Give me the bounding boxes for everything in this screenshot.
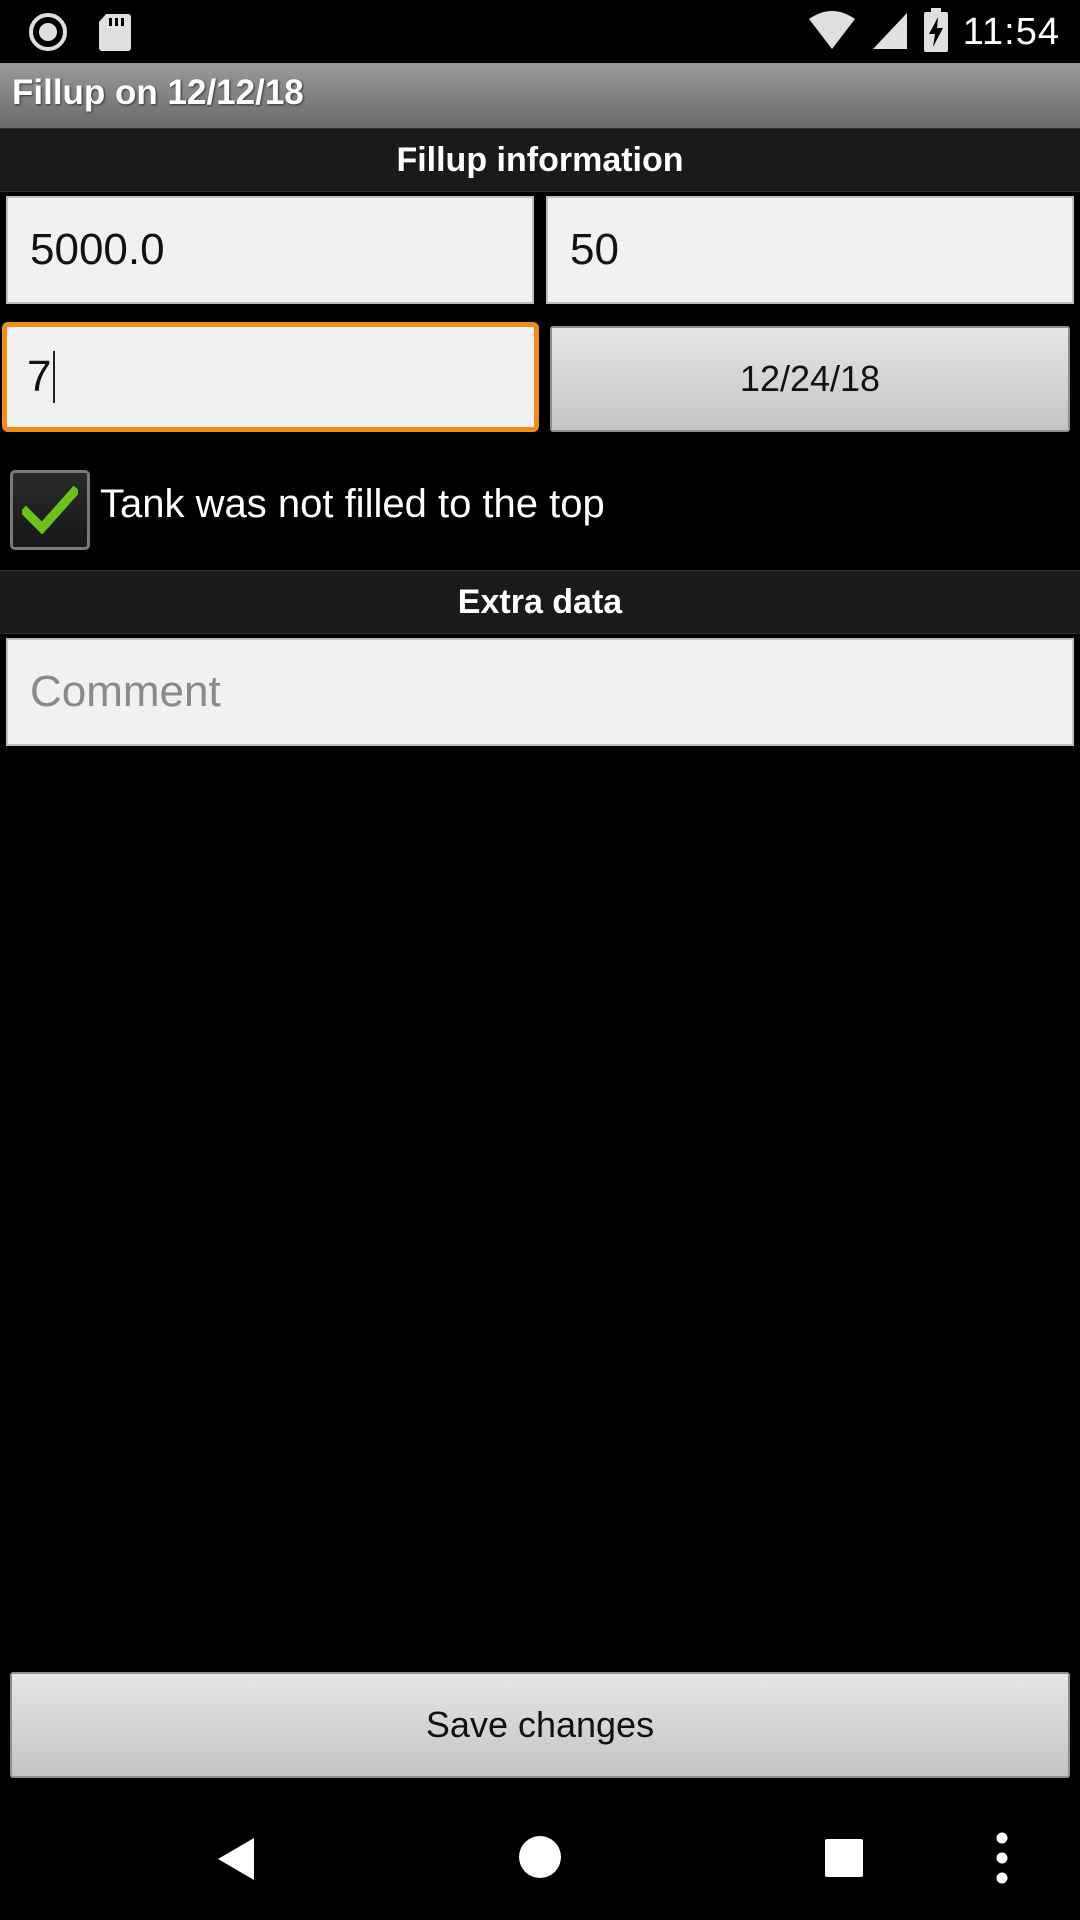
not-filled-checkbox[interactable] — [10, 470, 90, 550]
back-icon[interactable] — [214, 1834, 258, 1889]
section-header-extra-label: Extra data — [457, 582, 623, 621]
battery-charging-icon — [923, 8, 949, 57]
price-field[interactable]: 7 — [2, 322, 539, 432]
date-button-label: 12/24/18 — [739, 358, 881, 399]
checkmark-icon — [22, 486, 78, 534]
sd-card-icon — [98, 12, 132, 57]
title-bar: Fillup on 12/12/18 — [0, 63, 1080, 128]
section-header-fillup-label: Fillup information — [396, 140, 684, 179]
odometer-field[interactable]: 5000.0 — [6, 196, 534, 304]
record-icon — [28, 12, 68, 57]
wifi-icon — [807, 9, 857, 56]
recents-icon[interactable] — [824, 1838, 864, 1883]
text-caret — [53, 351, 56, 403]
amount-field[interactable]: 50 — [546, 196, 1074, 304]
date-button[interactable]: 12/24/18 — [550, 326, 1070, 432]
comment-placeholder: Comment — [30, 667, 221, 716]
not-filled-checkbox-label[interactable]: Tank was not filled to the top — [100, 482, 605, 527]
amount-value: 50 — [570, 225, 619, 274]
cell-signal-icon — [871, 9, 909, 56]
save-changes-label: Save changes — [425, 1704, 655, 1745]
comment-field[interactable]: Comment — [6, 638, 1074, 746]
price-value: 7 — [27, 352, 52, 401]
navigation-bar — [0, 1800, 1080, 1920]
page-title: Fillup on 12/12/18 — [12, 73, 304, 112]
save-changes-button[interactable]: Save changes — [10, 1672, 1070, 1778]
odometer-value: 5000.0 — [30, 225, 165, 274]
home-icon[interactable] — [518, 1835, 562, 1884]
section-header-fillup: Fillup information — [0, 128, 1080, 192]
section-header-extra: Extra data — [0, 570, 1080, 634]
status-bar: 11:54 — [0, 0, 1080, 63]
status-time: 11:54 — [962, 11, 1060, 53]
overflow-menu-icon[interactable] — [994, 1832, 1010, 1889]
